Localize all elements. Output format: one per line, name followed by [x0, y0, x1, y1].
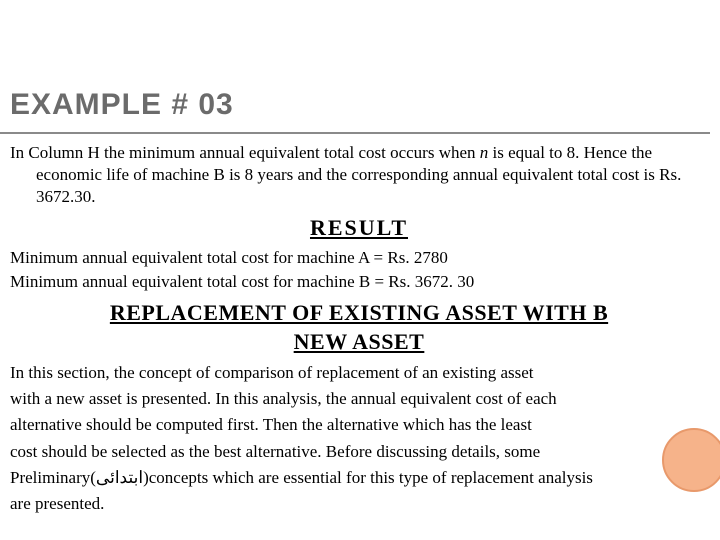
replacement-heading: REPLACEMENT OF EXISTING ASSET WITH B NEW…	[10, 299, 708, 356]
section-line-5: Preliminary(ابتدائی)concepts which are e…	[10, 467, 708, 489]
result-line-a: Minimum annual equivalent total cost for…	[10, 247, 708, 269]
preliminary-arabic: ابتدائی	[96, 468, 143, 487]
result-line-b: Minimum annual equivalent total cost for…	[10, 271, 708, 293]
replacement-heading-line2: NEW ASSET	[294, 329, 425, 354]
section-line-4: cost should be selected as the best alte…	[10, 441, 708, 463]
section-line-5-pre: Preliminary(	[10, 468, 96, 487]
result-heading: RESULT	[10, 214, 708, 243]
intro-paragraph: In Column H the minimum annual equivalen…	[10, 142, 708, 208]
replacement-heading-line1: REPLACEMENT OF EXISTING ASSET WITH B	[110, 300, 608, 325]
section-paragraph: In this section, the concept of comparis…	[10, 362, 708, 515]
intro-text-pre: In Column H the minimum annual equivalen…	[10, 143, 480, 162]
section-line-6: are presented.	[10, 493, 708, 515]
section-line-1: In this section, the concept of comparis…	[10, 362, 708, 384]
variable-n: n	[480, 143, 489, 162]
section-line-3: alternative should be computed first. Th…	[10, 414, 708, 436]
section-line-5-post: )concepts which are essential for this t…	[143, 468, 593, 487]
page-title: EXAMPLE # 03	[0, 0, 710, 134]
section-line-2: with a new asset is presented. In this a…	[10, 388, 708, 410]
